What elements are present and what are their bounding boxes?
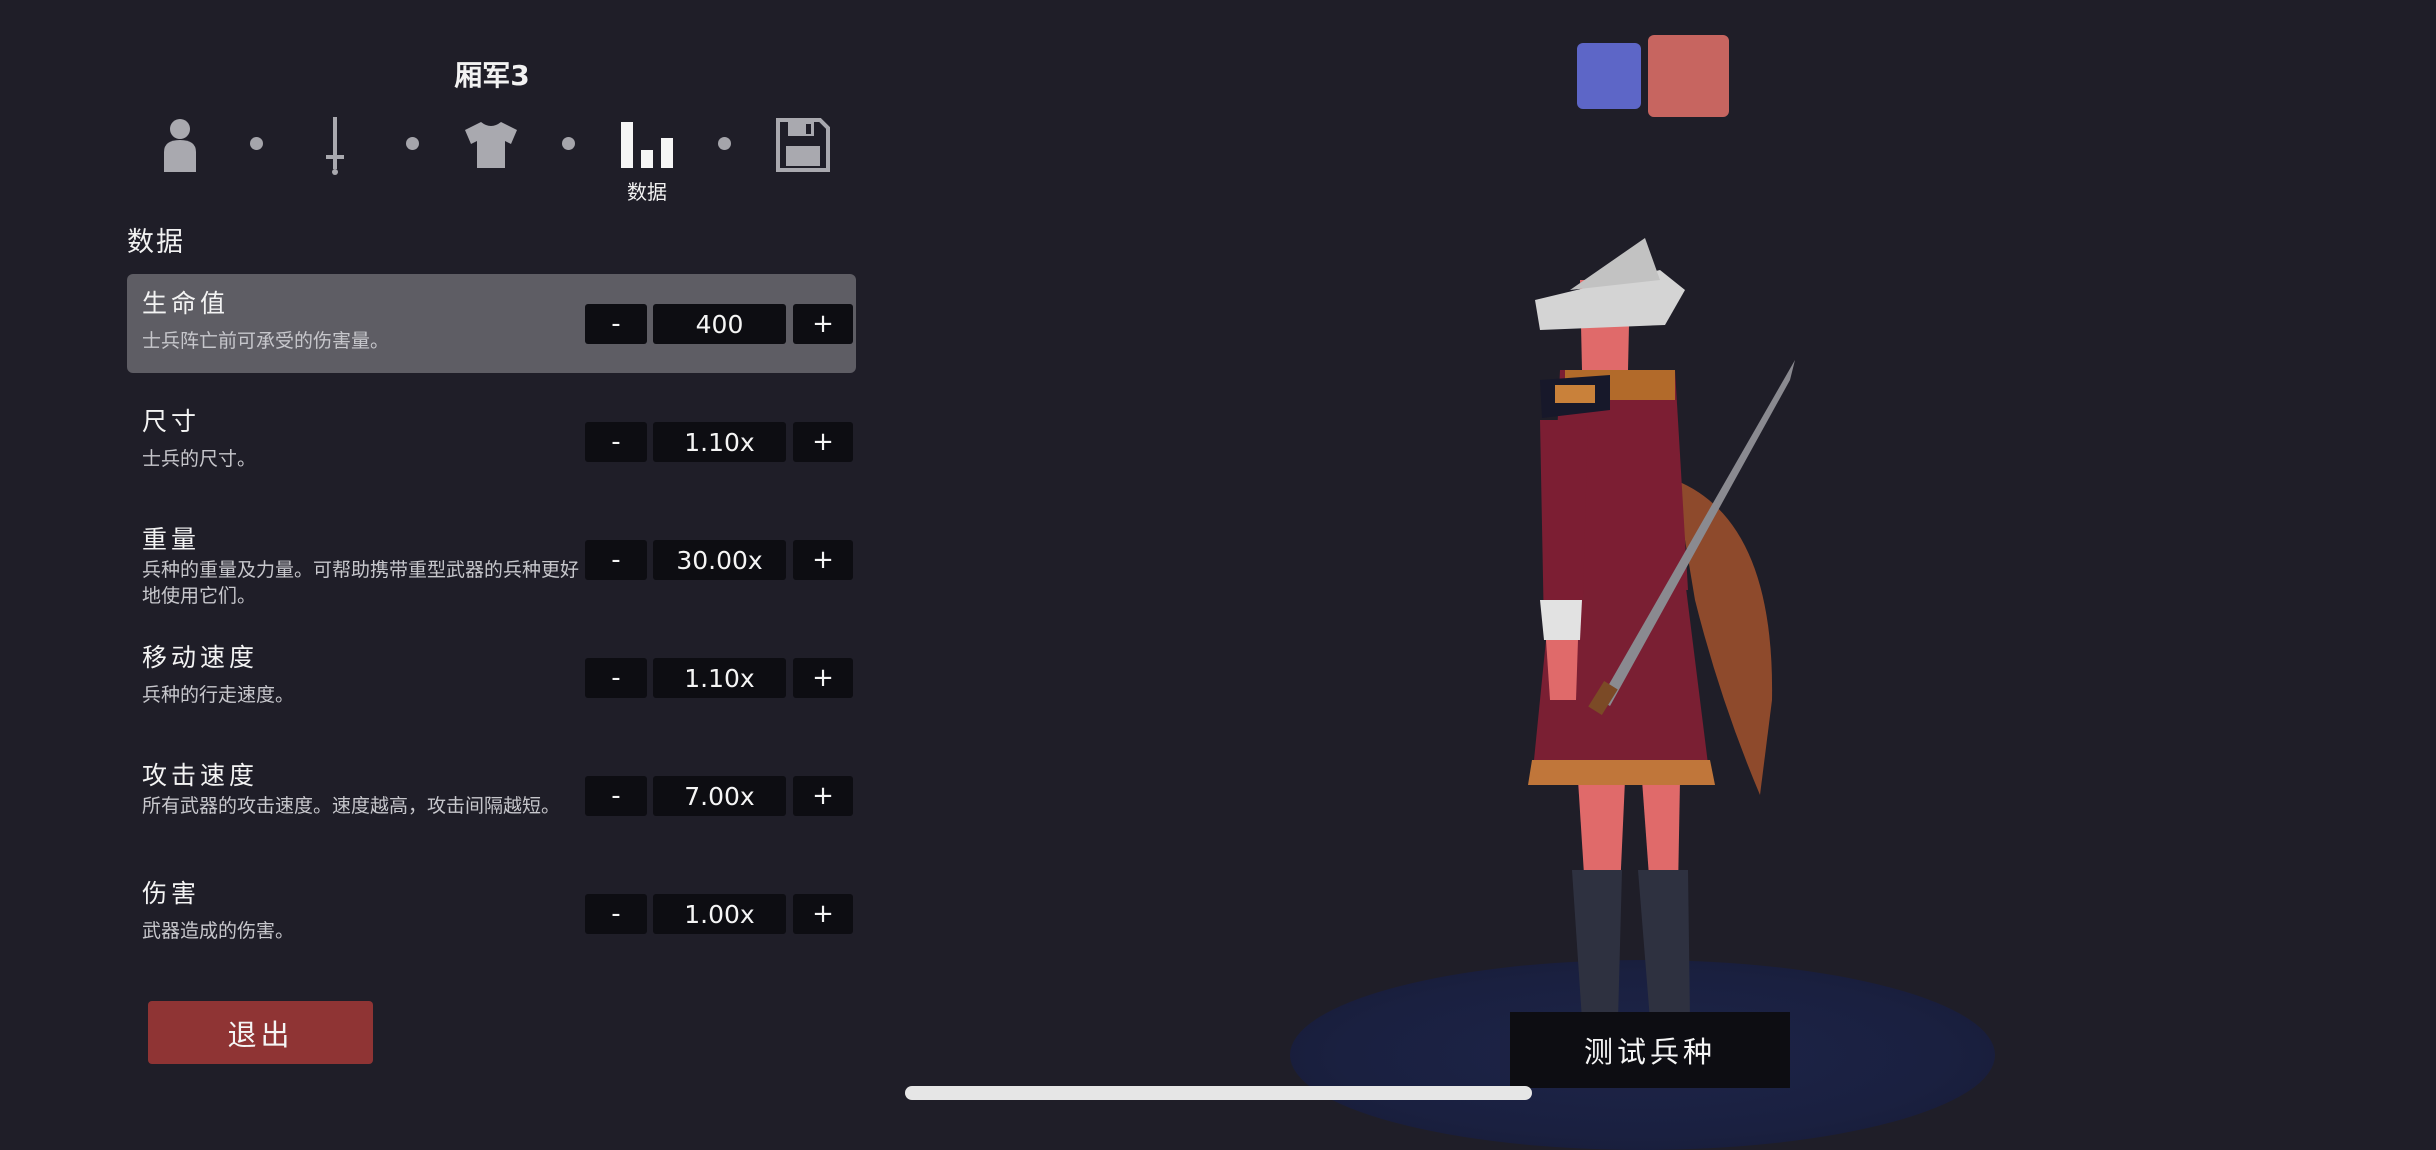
unit-preview-model[interactable] — [1510, 220, 1820, 1020]
step-separator — [718, 137, 731, 150]
stat-description: 兵种的行走速度。 — [142, 684, 295, 706]
step-separator — [562, 137, 575, 150]
save-icon — [776, 118, 830, 172]
stat-row-move-speed[interactable]: 移动速度 兵种的行走速度。 - 1.10x + — [127, 628, 856, 727]
stat-name: 攻击速度 — [142, 761, 259, 790]
team-blue-swatch[interactable] — [1577, 43, 1641, 109]
stat-row-damage[interactable]: 伤害 武器造成的伤害。 - 1.00x + — [127, 864, 856, 963]
stat-value: 7.00x — [653, 776, 786, 816]
decrease-button[interactable]: - — [585, 540, 647, 580]
bar-chart-icon — [621, 122, 673, 168]
stat-description: 士兵阵亡前可承受的伤害量。 — [142, 330, 390, 352]
team-red-swatch[interactable] — [1648, 35, 1729, 117]
increase-button[interactable]: + — [793, 304, 853, 344]
test-unit-button[interactable]: 测试兵种 — [1510, 1012, 1790, 1088]
stat-name: 尺寸 — [142, 407, 201, 436]
stat-name: 伤害 — [142, 879, 201, 908]
stat-description: 士兵的尺寸。 — [142, 448, 257, 470]
decrease-button[interactable]: - — [585, 658, 647, 698]
shirt-icon — [465, 122, 517, 168]
step-separator — [250, 137, 263, 150]
increase-button[interactable]: + — [793, 894, 853, 934]
stat-description: 兵种的重量及力量。可帮助携带重型武器的兵种更好地使用它们。 — [142, 559, 580, 607]
increase-button[interactable]: + — [793, 540, 853, 580]
stat-description: 武器造成的伤害。 — [142, 920, 295, 942]
unit-name-title: 厢军3 — [454, 59, 530, 92]
step-save[interactable] — [768, 110, 838, 180]
step-separator — [406, 137, 419, 150]
stat-value: 1.00x — [653, 894, 786, 934]
stat-row-weight[interactable]: 重量 兵种的重量及力量。可帮助携带重型武器的兵种更好地使用它们。 - 30.00… — [127, 510, 856, 609]
stat-row-attack-speed[interactable]: 攻击速度 所有武器的攻击速度。速度越高，攻击间隔越短。 - 7.00x + — [127, 746, 856, 845]
step-stats-label: 数据 — [627, 180, 667, 204]
stat-row-health[interactable]: 生命值 士兵阵亡前可承受的伤害量。 - 400 + — [127, 274, 856, 373]
decrease-button[interactable]: - — [585, 422, 647, 462]
decrease-button[interactable]: - — [585, 304, 647, 344]
stat-value: 1.10x — [653, 658, 786, 698]
stat-value: 1.10x — [653, 422, 786, 462]
home-indicator[interactable] — [905, 1086, 1532, 1100]
stat-name: 重量 — [142, 525, 201, 554]
step-appearance[interactable] — [145, 110, 215, 180]
stat-value: 400 — [653, 304, 786, 344]
decrease-button[interactable]: - — [585, 776, 647, 816]
stat-description: 所有武器的攻击速度。速度越高，攻击间隔越短。 — [142, 795, 561, 817]
increase-button[interactable]: + — [793, 776, 853, 816]
section-title: 数据 — [127, 227, 185, 258]
step-clothing[interactable] — [456, 110, 526, 180]
increase-button[interactable]: + — [793, 422, 853, 462]
exit-button[interactable]: 退出 — [148, 1001, 373, 1064]
increase-button[interactable]: + — [793, 658, 853, 698]
stat-row-size[interactable]: 尺寸 士兵的尺寸。 - 1.10x + — [127, 392, 856, 491]
step-stats[interactable] — [612, 110, 682, 180]
stat-name: 生命值 — [142, 289, 230, 318]
decrease-button[interactable]: - — [585, 894, 647, 934]
stat-name: 移动速度 — [142, 643, 259, 672]
person-icon — [164, 119, 196, 172]
step-weapon[interactable] — [300, 110, 370, 180]
sword-icon — [326, 117, 344, 175]
stat-value: 30.00x — [653, 540, 786, 580]
